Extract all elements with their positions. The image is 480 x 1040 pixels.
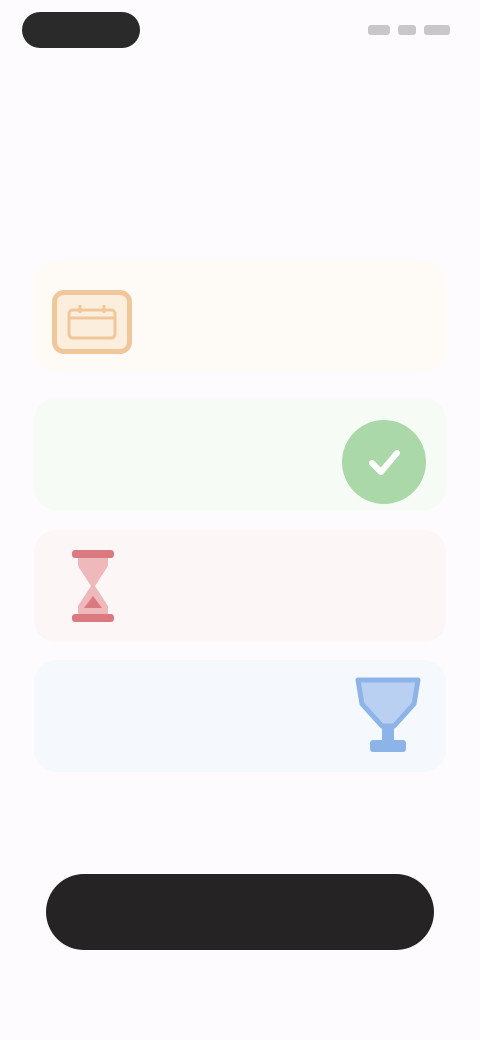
feature-card-calendar — [34, 260, 446, 372]
calendar-icon — [52, 290, 132, 354]
battery-icon — [424, 25, 450, 35]
feature-card-check — [34, 398, 446, 510]
hourglass-icon — [68, 548, 118, 624]
wifi-icon — [398, 25, 416, 35]
status-icons — [368, 18, 450, 42]
feature-card-trophy — [34, 660, 446, 772]
signal-icon — [368, 25, 390, 35]
trophy-icon — [350, 674, 426, 760]
continue-button[interactable] — [46, 874, 434, 950]
check-circle-icon — [342, 420, 426, 504]
status-time — [22, 12, 140, 48]
feature-card-hourglass — [34, 530, 446, 642]
status-bar — [0, 0, 480, 60]
